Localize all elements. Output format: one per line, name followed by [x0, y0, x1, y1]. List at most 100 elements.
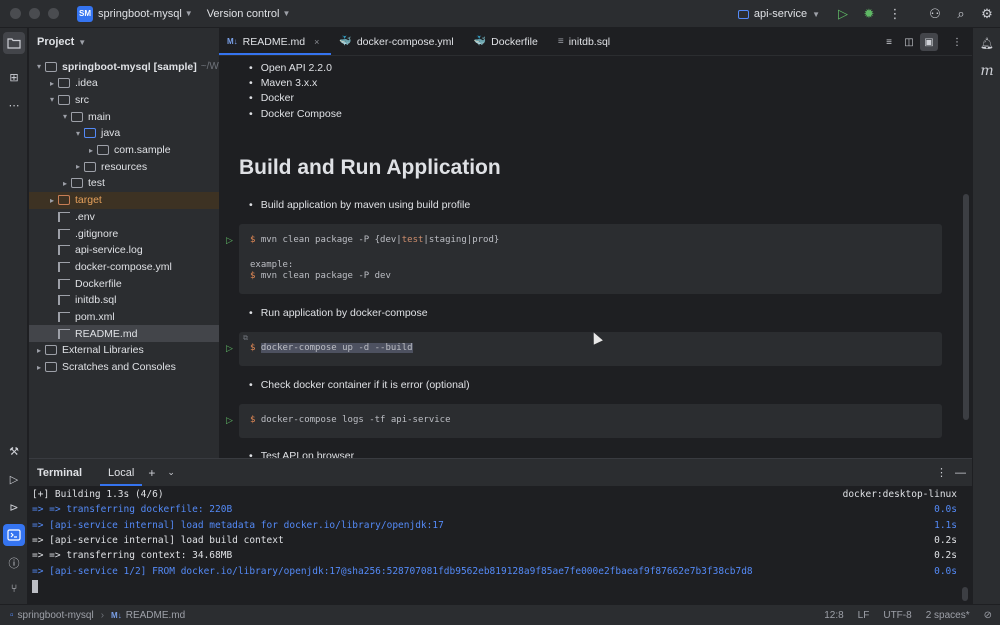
breadcrumb: ▫ springboot-mysql › M↓ README.md	[10, 610, 185, 621]
tree-item-label: initdb.sql	[75, 294, 117, 307]
chevron-down-icon[interactable]: ▾	[59, 112, 71, 121]
tree-item[interactable]: .env	[29, 208, 219, 225]
tab-label: docker-compose.yml	[356, 35, 454, 48]
copy-icon[interactable]: ⧉	[243, 334, 248, 343]
caret-position[interactable]: 12:8	[824, 610, 843, 621]
left-tool-strip: ⊞ ⋯ ⚒ ▷ ⊳ ⓘ ⑂	[0, 28, 28, 604]
line-separator[interactable]: LF	[858, 610, 870, 621]
more-tools-icon[interactable]: ⋯	[3, 94, 25, 116]
search-icon[interactable]: ⌕	[948, 0, 974, 28]
chevron-right-icon[interactable]: ▸	[33, 346, 45, 355]
structure-icon[interactable]: ⊞	[3, 66, 25, 88]
preview-only-icon[interactable]: ▣	[920, 33, 938, 51]
project-selector[interactable]: springboot-mysql ▼	[98, 8, 193, 20]
terminal-line-time: 0.2s	[934, 534, 957, 546]
code-block-build[interactable]: $ mvn clean package -P {dev|test|staging…	[239, 224, 942, 294]
tree-item[interactable]: ▸ test	[29, 175, 219, 192]
git-icon[interactable]: ⑂	[3, 578, 25, 600]
terminal-scrollbar[interactable]	[962, 587, 968, 601]
run-icon[interactable]: ▷	[226, 415, 233, 426]
chevron-down-icon[interactable]: ▾	[72, 129, 84, 138]
tree-item[interactable]: .gitignore	[29, 225, 219, 242]
chevron-down-icon[interactable]: ⌄	[161, 459, 181, 486]
run-icon[interactable]: ▷	[3, 468, 25, 490]
split-view-icon[interactable]: ◫	[900, 33, 918, 51]
tree-item[interactable]: api-service.log	[29, 242, 219, 259]
tree-item[interactable]: README.md	[29, 325, 219, 343]
code-block-logs[interactable]: $ docker-compose logs -tf api-service	[239, 404, 942, 438]
breadcrumb-project[interactable]: springboot-mysql	[18, 610, 94, 621]
minimize-window-button[interactable]	[29, 8, 40, 19]
run-icon[interactable]: ▷	[226, 235, 233, 246]
close-window-button[interactable]	[10, 8, 21, 19]
debug-icon[interactable]: ✹	[856, 0, 882, 28]
run-config-selector[interactable]: api-service ▼	[737, 8, 820, 20]
project-panel-header[interactable]: Project ▼	[29, 28, 219, 56]
file-encoding[interactable]: UTF-8	[883, 610, 911, 621]
module-icon: ▫	[10, 609, 14, 621]
chevron-right-icon[interactable]: ▸	[59, 179, 71, 188]
maven-icon[interactable]: m	[976, 60, 998, 82]
maximize-window-button[interactable]	[48, 8, 59, 19]
more-icon[interactable]: ⋮	[948, 33, 966, 51]
more-icon[interactable]: ⋮	[882, 0, 908, 28]
problems-icon[interactable]: ⓘ	[3, 552, 25, 574]
run-icon[interactable]: ▷	[226, 343, 233, 354]
file-icon	[58, 278, 70, 289]
chevron-right-icon[interactable]: ▸	[46, 196, 58, 205]
add-user-icon[interactable]: ⚇	[922, 0, 948, 28]
run-config-name: api-service	[753, 8, 808, 20]
tree-item[interactable]: pom.xml	[29, 309, 219, 326]
project-icon[interactable]	[3, 32, 25, 54]
editor-only-icon[interactable]: ≡	[880, 33, 898, 51]
tree-item[interactable]: ▾ main	[29, 108, 219, 125]
build-icon[interactable]: ⚒	[3, 440, 25, 462]
code-line: $ docker-compose logs -tf api-service	[250, 415, 451, 425]
list-item: Docker Compose	[249, 108, 342, 120]
chevron-right-icon[interactable]: ▸	[33, 363, 45, 372]
tree-item[interactable]: ▸ com.sample	[29, 142, 219, 159]
breadcrumb-file[interactable]: README.md	[126, 610, 185, 621]
indent-setting[interactable]: 2 spaces*	[926, 610, 970, 621]
terminal-icon[interactable]	[3, 524, 25, 546]
chevron-right-icon[interactable]: ▸	[72, 162, 84, 171]
window-controls[interactable]	[10, 8, 59, 19]
editor-scrollbar[interactable]	[963, 194, 969, 420]
chevron-down-icon: ▼	[282, 9, 291, 18]
tab-initdb[interactable]: ≡ initdb.sql	[550, 28, 622, 55]
minimize-icon[interactable]: —	[955, 467, 966, 479]
tree-item[interactable]: ▾ springboot-mysql [sample]~/Worksp	[29, 58, 219, 75]
run-icon[interactable]: ▷	[830, 0, 856, 28]
add-icon[interactable]: +	[142, 459, 161, 486]
chevron-right-icon[interactable]: ▸	[85, 146, 97, 155]
tree-item[interactable]: initdb.sql	[29, 292, 219, 309]
file-icon	[58, 295, 70, 306]
tree-item[interactable]: ▸ .idea	[29, 75, 219, 92]
services-icon[interactable]: ⊳	[3, 496, 25, 518]
tree-item[interactable]: ▾ src	[29, 91, 219, 108]
tree-item[interactable]: ▸ External Libraries	[29, 342, 219, 359]
tree-item[interactable]: ▸ target	[29, 191, 219, 209]
tab-readme[interactable]: M↓ README.md ×	[219, 28, 332, 55]
tab-docker-compose[interactable]: 🐳 docker-compose.yml	[331, 28, 465, 55]
terminal-output[interactable]: [+] Building 1.3s (4/6) docker:desktop-li…	[29, 486, 972, 605]
tree-item[interactable]: ▸ resources	[29, 158, 219, 175]
tab-dockerfile[interactable]: 🐳 Dockerfile	[466, 28, 550, 55]
folder-icon	[84, 161, 96, 172]
more-icon[interactable]: ⋮	[936, 466, 947, 479]
chevron-down-icon[interactable]: ▾	[46, 95, 58, 104]
vcs-selector[interactable]: Version control ▼	[207, 8, 291, 20]
notifications-icon[interactable]: 🔔︎	[976, 32, 998, 54]
tree-item[interactable]: docker-compose.yml	[29, 258, 219, 275]
tree-item[interactable]: Dockerfile	[29, 275, 219, 292]
lock-icon[interactable]: ⊘	[984, 610, 992, 621]
tree-item[interactable]: ▸ Scratches and Consoles	[29, 359, 219, 376]
terminal-tab-local[interactable]: Local	[100, 459, 143, 486]
tree-item[interactable]: ▾ java	[29, 125, 219, 142]
chevron-down-icon[interactable]: ▾	[33, 62, 45, 71]
project-badge: SM	[77, 5, 93, 22]
settings-icon[interactable]: ⚙	[974, 0, 1000, 28]
chevron-right-icon[interactable]: ▸	[46, 79, 58, 88]
markdown-preview[interactable]: Open API 2.2.0 Maven 3.x.x Docker Docker…	[219, 56, 972, 458]
close-icon[interactable]: ×	[314, 37, 319, 47]
